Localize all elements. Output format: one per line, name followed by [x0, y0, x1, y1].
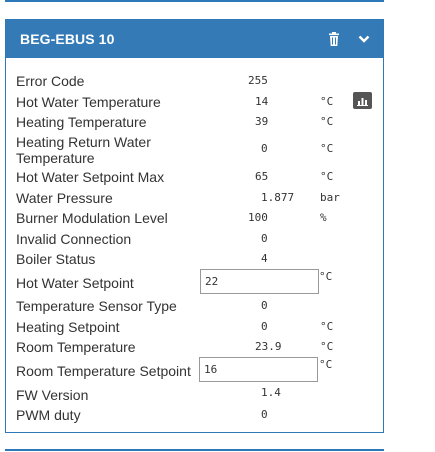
row-value: 1.4: [261, 386, 281, 399]
hot-water-setpoint-input[interactable]: [200, 269, 319, 294]
top-divider: [5, 0, 384, 2]
row-label: Heating Temperature: [16, 114, 147, 130]
row-unit: °C: [320, 115, 334, 128]
room-temperature-setpoint-input[interactable]: [199, 357, 318, 382]
row-label: Temperature Sensor Type: [16, 298, 177, 314]
row-label: Boiler Status: [16, 251, 96, 267]
row-value: 100: [248, 211, 268, 224]
device-panel: BEG-EBUS 10 Error Code 255 Hot Water Tem…: [5, 19, 384, 433]
bottom-divider: [5, 449, 384, 451]
row-value: 0: [261, 299, 268, 312]
panel-header: BEG-EBUS 10: [6, 20, 383, 58]
trash-icon[interactable]: [326, 31, 342, 47]
row-unit: %: [320, 211, 327, 224]
row-unit: °C: [320, 320, 334, 333]
row-label: Hot Water Setpoint: [16, 275, 134, 291]
row-label: PWM duty: [16, 407, 81, 423]
row-label: Water Pressure: [16, 190, 113, 206]
bar-chart-icon[interactable]: [353, 92, 372, 109]
row-label: Error Code: [16, 73, 85, 89]
row-unit: °C: [320, 340, 334, 353]
row-label: Heating Setpoint: [16, 319, 120, 335]
row-value: 255: [248, 74, 268, 87]
row-unit: °C: [320, 95, 334, 108]
row-unit: bar: [320, 191, 340, 204]
row-value: 0: [261, 408, 268, 421]
row-value: 0: [261, 232, 268, 245]
row-label: Heating Return Water Temperature: [16, 134, 151, 166]
row-label: Room Temperature Setpoint: [16, 363, 191, 379]
row-label: Invalid Connection: [16, 231, 132, 247]
row-label: Hot Water Setpoint Max: [16, 169, 165, 185]
row-unit: °C: [320, 142, 334, 155]
row-unit: °C: [319, 358, 333, 371]
row-unit: °C: [320, 170, 334, 183]
panel-title: BEG-EBUS 10: [20, 31, 115, 47]
row-label: Hot Water Temperature: [16, 94, 161, 110]
chevron-down-icon[interactable]: [356, 31, 372, 47]
row-label: Room Temperature: [16, 339, 136, 355]
row-label: Burner Modulation Level: [16, 210, 168, 226]
row-label: FW Version: [16, 387, 89, 403]
row-unit: °C: [319, 270, 333, 283]
row-value: 4: [261, 252, 268, 265]
